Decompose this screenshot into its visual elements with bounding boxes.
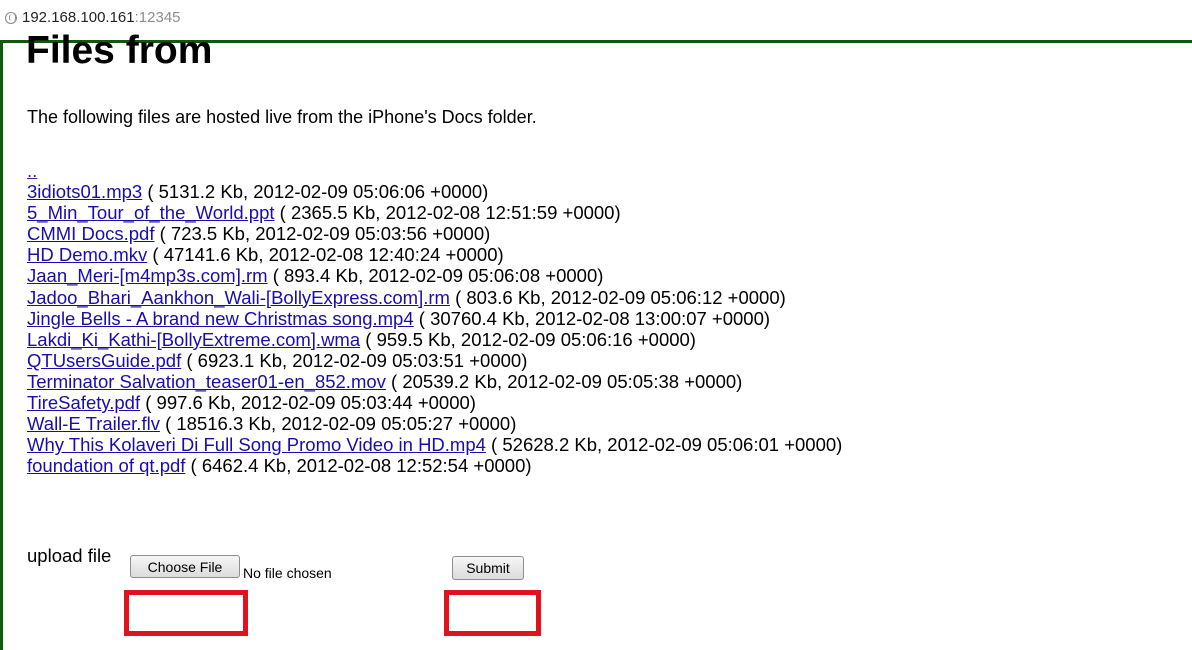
file-info: ( 52628.2 Kb, 2012-02-09 05:06:01 +0000) — [485, 434, 843, 456]
file-info: ( 20539.2 Kb, 2012-02-09 05:05:38 +0000) — [385, 370, 743, 392]
file-info: ( 5131.2 Kb, 2012-02-09 05:06:06 +0000) — [142, 181, 489, 203]
file-link[interactable]: 5_Min_Tour_of_the_World.ppt — [27, 202, 275, 223]
parent-directory-link[interactable]: .. — [27, 160, 37, 181]
list-item: Wall-E Trailer.flv ( 18516.3 Kb, 2012-02… — [27, 413, 842, 434]
file-info: ( 30760.4 Kb, 2012-02-08 13:00:07 +0000) — [413, 307, 771, 329]
list-item: foundation of qt.pdf ( 6462.4 Kb, 2012-0… — [27, 455, 842, 476]
list-item: Jingle Bells - A brand new Christmas son… — [27, 308, 842, 329]
file-info: ( 723.5 Kb, 2012-02-09 05:03:56 +0000) — [154, 223, 491, 245]
file-info: ( 6923.1 Kb, 2012-02-09 05:03:51 +0000) — [181, 349, 528, 371]
file-info: ( 803.6 Kb, 2012-02-09 05:06:12 +0000) — [449, 286, 786, 308]
url-port: :12345 — [134, 9, 181, 26]
file-link[interactable]: Terminator Salvation_teaser01-en_852.mov — [27, 371, 386, 392]
page-title: Files from — [26, 29, 213, 72]
list-item: QTUsersGuide.pdf ( 6923.1 Kb, 2012-02-09… — [27, 350, 842, 371]
no-file-chosen-text: No file chosen — [243, 565, 332, 581]
choose-file-button[interactable]: Choose File — [130, 555, 240, 578]
file-link[interactable]: CMMI Docs.pdf — [27, 223, 154, 244]
list-item: Jadoo_Bhari_Aankhon_Wali-[BollyExpress.c… — [27, 287, 842, 308]
list-item: Jaan_Meri-[m4mp3s.com].rm ( 893.4 Kb, 20… — [27, 265, 842, 286]
file-link[interactable]: Why This Kolaveri Di Full Song Promo Vid… — [27, 434, 486, 455]
list-item: .. — [27, 160, 842, 181]
list-item: CMMI Docs.pdf ( 723.5 Kb, 2012-02-09 05:… — [27, 223, 842, 244]
file-info: ( 2365.5 Kb, 2012-02-08 12:51:59 +0000) — [274, 202, 621, 224]
file-list: .. 3idiots01.mp3 ( 5131.2 Kb, 2012-02-09… — [27, 160, 842, 476]
page-info-icon[interactable] — [5, 12, 17, 24]
file-link[interactable]: Lakdi_Ki_Kathi-[BollyExtreme.com].wma — [27, 329, 360, 350]
list-item: Terminator Salvation_teaser01-en_852.mov… — [27, 371, 842, 392]
file-link[interactable]: Jaan_Meri-[m4mp3s.com].rm — [27, 265, 268, 286]
file-link[interactable]: QTUsersGuide.pdf — [27, 350, 181, 371]
upload-file-label: upload file — [27, 545, 112, 566]
file-link[interactable]: Jingle Bells - A brand new Christmas son… — [27, 308, 414, 329]
file-info: ( 997.6 Kb, 2012-02-09 05:03:44 +0000) — [140, 392, 476, 414]
file-link[interactable]: Wall-E Trailer.flv — [27, 413, 160, 434]
file-link[interactable]: TireSafety.pdf — [27, 392, 140, 413]
file-link[interactable]: HD Demo.mkv — [27, 244, 147, 265]
file-link[interactable]: 3idiots01.mp3 — [27, 181, 142, 202]
file-info: ( 959.5 Kb, 2012-02-09 05:06:16 +0000) — [360, 328, 696, 350]
url-text[interactable]: 192.168.100.161:12345 — [22, 9, 181, 26]
list-item: 3idiots01.mp3 ( 5131.2 Kb, 2012-02-09 05… — [27, 181, 842, 202]
file-link[interactable]: Jadoo_Bhari_Aankhon_Wali-[BollyExpress.c… — [27, 287, 450, 308]
file-link[interactable]: foundation of qt.pdf — [27, 455, 185, 476]
list-item: Lakdi_Ki_Kathi-[BollyExtreme.com].wma ( … — [27, 329, 842, 350]
submit-button[interactable]: Submit — [452, 556, 524, 580]
file-info: ( 893.4 Kb, 2012-02-09 05:06:08 +0000) — [267, 265, 604, 287]
list-item: Why This Kolaveri Di Full Song Promo Vid… — [27, 434, 842, 455]
url-host: 192.168.100.161 — [22, 9, 135, 26]
file-info: ( 6462.4 Kb, 2012-02-08 12:52:54 +0000) — [185, 455, 532, 477]
list-item: 5_Min_Tour_of_the_World.ppt ( 2365.5 Kb,… — [27, 202, 842, 223]
list-item: TireSafety.pdf ( 997.6 Kb, 2012-02-09 05… — [27, 392, 842, 413]
file-info: ( 47141.6 Kb, 2012-02-08 12:40:24 +0000) — [147, 244, 504, 266]
file-info: ( 18516.3 Kb, 2012-02-09 05:05:27 +0000) — [159, 413, 517, 435]
list-item: HD Demo.mkv ( 47141.6 Kb, 2012-02-08 12:… — [27, 244, 842, 265]
page-description: The following files are hosted live from… — [27, 107, 537, 127]
